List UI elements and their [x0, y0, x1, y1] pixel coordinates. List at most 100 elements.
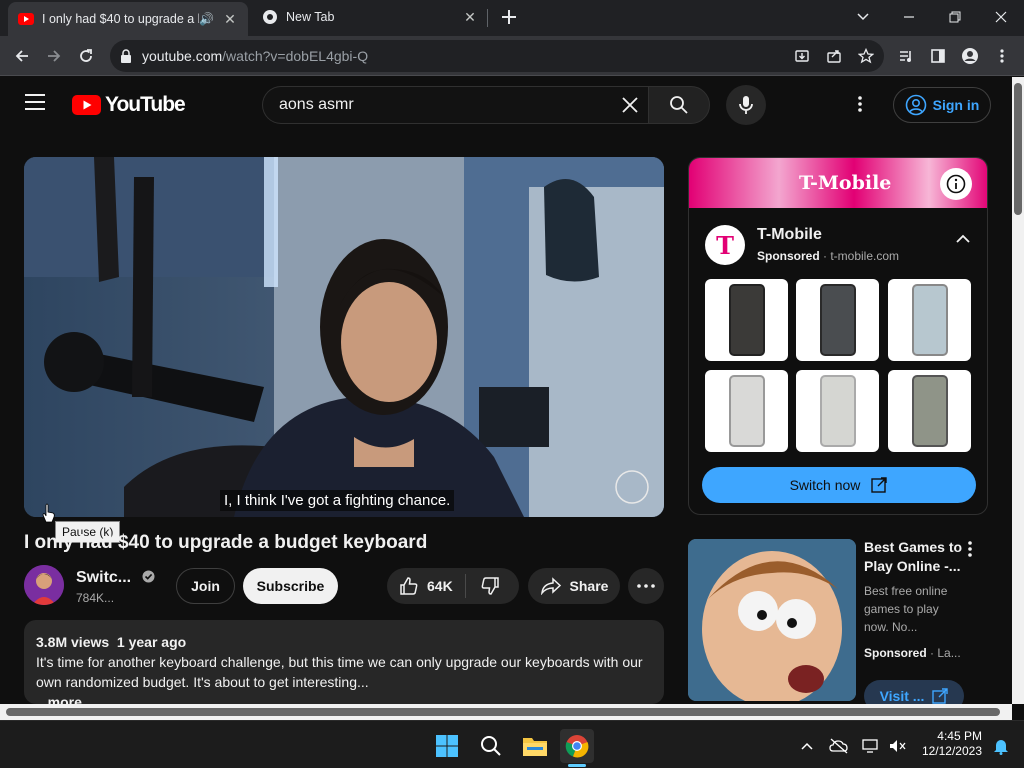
bookmark-star-icon[interactable]	[852, 42, 880, 70]
product-image[interactable]	[705, 370, 788, 452]
volume-muted-icon[interactable]	[880, 729, 914, 763]
game-ad-title[interactable]: Best Games to Play Online -...	[864, 538, 964, 576]
ad-banner-logo: T-Mobile	[799, 172, 892, 194]
thumbs-down-icon	[481, 577, 499, 595]
close-tab-icon[interactable]: ✕	[460, 7, 480, 27]
url-path: /watch?v=dobEL4gbi-Q	[222, 48, 369, 64]
subscriber-count: 784K...	[76, 591, 115, 605]
more-horizontal-icon	[637, 584, 655, 588]
advertiser-name[interactable]: T-Mobile	[757, 226, 822, 244]
product-image[interactable]	[796, 279, 879, 361]
media-controls-icon[interactable]	[892, 42, 920, 70]
ad-domain: t-mobile.com	[830, 249, 900, 263]
browser-toolbar: youtube.com/watch?v=dobEL4gbi-Q	[0, 36, 1024, 76]
notification-bell-icon[interactable]	[984, 729, 1018, 763]
tab-divider	[487, 9, 488, 27]
back-arrow-icon[interactable]	[8, 42, 36, 70]
search-button[interactable]	[648, 86, 710, 124]
chrome-taskbar-icon[interactable]	[560, 729, 594, 763]
game-ad-description: Best free online games to play now. No..…	[864, 584, 948, 634]
onedrive-offline-icon[interactable]	[822, 729, 856, 763]
profile-icon[interactable]	[956, 42, 984, 70]
game-ad-more-icon[interactable]	[968, 540, 972, 558]
external-link-icon	[932, 688, 949, 704]
clock-time: 4:45 PM	[937, 729, 982, 743]
channel-avatar[interactable]	[24, 565, 64, 605]
join-button[interactable]: Join	[176, 568, 235, 604]
ad-info-icon[interactable]	[940, 168, 972, 200]
tab-new-tab[interactable]: New Tab ✕	[252, 0, 488, 34]
sign-in-button[interactable]: Sign in	[893, 87, 991, 123]
windows-taskbar: 4:45 PM 12/12/2023	[0, 720, 1024, 768]
forward-arrow-icon[interactable]	[40, 42, 68, 70]
visit-label: Visit ...	[879, 688, 925, 704]
like-dislike-group: 64K	[387, 568, 519, 604]
dislike-button[interactable]	[466, 576, 500, 596]
tray-chevron-up-icon[interactable]	[790, 729, 824, 763]
restore-icon[interactable]	[932, 2, 978, 32]
taskbar-search-icon[interactable]	[474, 729, 508, 763]
close-window-icon[interactable]	[978, 2, 1024, 32]
youtube-header: YouTube aons asmr Sign in	[0, 77, 1012, 133]
windows-start-icon[interactable]	[430, 729, 464, 763]
share-page-icon[interactable]	[820, 42, 848, 70]
share-button[interactable]: Share	[528, 568, 620, 604]
description-text: It's time for another keyboard challenge…	[36, 654, 643, 690]
youtube-play-logo-icon	[72, 95, 101, 115]
switch-now-button[interactable]: Switch now	[702, 467, 976, 503]
hamburger-menu-icon[interactable]	[24, 93, 46, 111]
vertical-scroll-thumb[interactable]	[1014, 83, 1022, 215]
collapse-chevron-icon[interactable]	[955, 234, 971, 244]
search-icon	[670, 96, 688, 114]
product-image[interactable]	[705, 279, 788, 361]
clear-search-icon[interactable]	[620, 95, 640, 115]
tab-search-chevron-icon[interactable]	[840, 2, 886, 32]
clock-date: 12/12/2023	[921, 744, 982, 758]
active-app-indicator	[568, 764, 586, 767]
url-host: youtube.com	[142, 48, 223, 64]
chrome-menu-icon[interactable]	[988, 42, 1016, 70]
taskbar-clock[interactable]: 4:45 PM 12/12/2023	[916, 729, 982, 759]
settings-kebab-icon[interactable]	[858, 95, 862, 113]
subscribe-button[interactable]: Subscribe	[243, 568, 338, 604]
close-tab-icon[interactable]: ✕	[220, 9, 240, 29]
thumbs-up-icon	[400, 577, 418, 595]
reload-icon[interactable]	[72, 42, 100, 70]
ad-sponsored-line: Sponsored · t-mobile.com	[757, 249, 900, 263]
search-input[interactable]: aons asmr	[262, 86, 648, 124]
more-actions-button[interactable]	[628, 568, 664, 604]
channel-name-text: Switc...	[76, 569, 132, 586]
video-title: I only had $40 to upgrade a budget keybo…	[24, 532, 428, 553]
like-button[interactable]: 64K	[387, 574, 466, 598]
file-explorer-icon[interactable]	[518, 729, 552, 763]
voice-search-button[interactable]	[726, 85, 766, 125]
tmobile-ad-panel[interactable]: T-Mobile T T-Mobile Sponsored · t-mobile…	[688, 157, 988, 515]
youtube-logo[interactable]: YouTube	[72, 93, 186, 117]
product-image[interactable]	[888, 370, 971, 452]
game-ad-advertiser: La...	[937, 646, 961, 660]
game-ad-sponsored-line: Sponsored · La...	[864, 646, 961, 660]
game-ad-thumbnail[interactable]	[688, 539, 856, 701]
address-bar[interactable]: youtube.com/watch?v=dobEL4gbi-Q	[110, 40, 884, 72]
side-panel-icon[interactable]	[924, 42, 952, 70]
browser-tab-strip: I only had $40 to upgrade a b 🔊 ✕ New Ta…	[0, 0, 1024, 36]
channel-name[interactable]: Switc...	[76, 569, 155, 587]
sponsored-label: Sponsored	[864, 646, 927, 660]
install-app-icon[interactable]	[788, 42, 816, 70]
product-image[interactable]	[796, 370, 879, 452]
switch-now-label: Switch now	[789, 477, 861, 493]
tab-youtube-video[interactable]: I only had $40 to upgrade a b 🔊 ✕	[8, 2, 248, 36]
product-image[interactable]	[888, 279, 971, 361]
lock-icon[interactable]	[120, 49, 132, 63]
verified-check-icon	[142, 570, 155, 583]
new-tab-plus-icon[interactable]	[498, 6, 520, 28]
youtube-favicon-icon	[18, 13, 34, 25]
video-player[interactable]	[24, 157, 664, 517]
horizontal-scroll-thumb[interactable]	[6, 708, 1000, 716]
youtube-wordmark: YouTube	[105, 93, 186, 116]
speaker-icon[interactable]: 🔊	[199, 12, 214, 26]
show-more-link[interactable]: ...more	[36, 692, 652, 704]
advertiser-logo[interactable]: T	[705, 225, 745, 265]
video-description[interactable]: 3.8M views 1 year ago It's time for anot…	[24, 620, 664, 704]
minimize-icon[interactable]	[886, 2, 932, 32]
